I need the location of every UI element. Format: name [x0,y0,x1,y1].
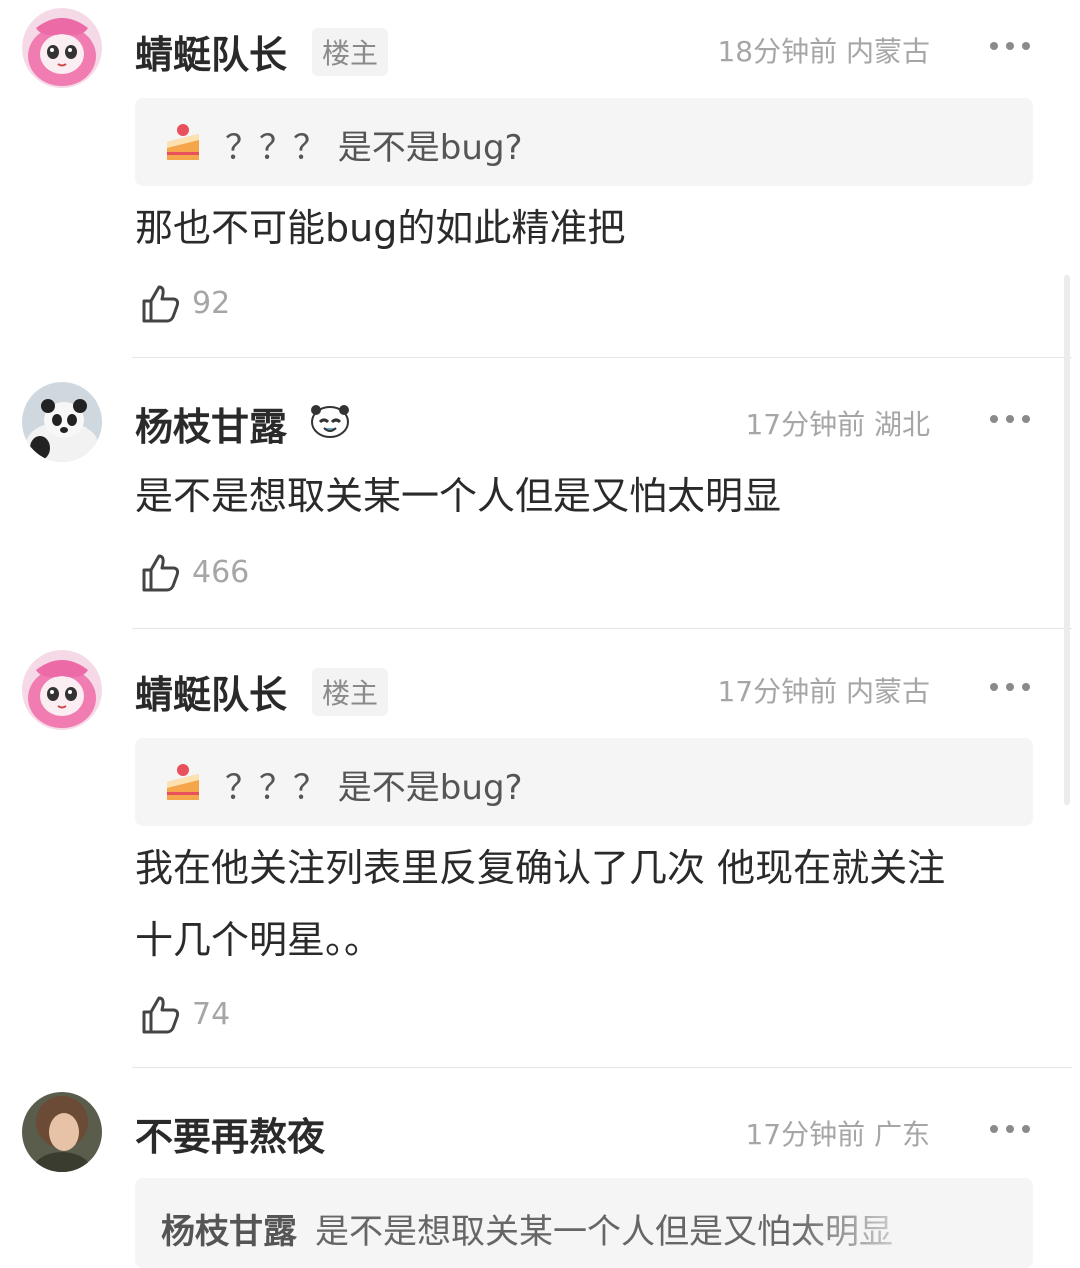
quoted-reply[interactable]: 杨枝甘露 是不是想取关某一个人但是又怕太明显 [135,1178,1033,1268]
username[interactable]: 蜻蜓队长 [135,24,287,79]
avatar-panda-icon [22,382,102,462]
avatar-anime-girl-icon [22,650,102,730]
avatar[interactable] [22,650,102,730]
cake-emoji-icon [167,764,199,800]
avatar[interactable] [22,8,102,88]
more-dots-icon[interactable] [986,1123,1034,1135]
reply-username[interactable]: 杨枝甘露 [161,1204,297,1253]
comment-text: 我在他关注列表里反复确认了几次 他现在就关注 十几个明星。。 [135,832,945,976]
comment-item: 蜻蜓队长 楼主 17分钟前 内蒙古 ？？？ 是不是bug? 我在他关注列表里反复… [0,628,1080,1068]
comment-item: 杨枝甘露 17分钟前 湖北 是不是想取关某一个人但是又怕太明显 466 [0,358,1080,629]
quote-text: ？？？ 是不是bug? [225,768,523,808]
scrollbar[interactable] [1064,275,1070,805]
comment-line: 我在他关注列表里反复确认了几次 他现在就关注 [135,846,946,890]
username[interactable]: 杨枝甘露 [135,396,287,451]
comment-meta: 17分钟前 内蒙古 [717,675,930,708]
comment-meta: 17分钟前 湖北 [745,408,930,441]
quoted-reply[interactable]: ？？？ 是不是bug? [135,98,1033,186]
avatar[interactable] [22,382,102,462]
thumbs-up-icon[interactable] [140,552,182,594]
like-count: 466 [192,555,250,590]
like-count: 92 [192,286,231,321]
avatar-photo-icon [22,1092,102,1172]
avatar-anime-girl-icon [22,8,102,88]
thumbs-up-icon[interactable] [140,283,182,325]
thumbs-up-icon[interactable] [140,994,182,1036]
username[interactable]: 不要再熬夜 [135,1106,325,1161]
more-dots-icon[interactable] [986,40,1034,52]
comment-text: 是不是想取关某一个人但是又怕太明显 [135,460,781,532]
comment-line: 那也不可能bug的如此精准把 [135,206,626,250]
comment-line: 十几个明星。。 [135,918,383,962]
more-dots-icon[interactable] [986,681,1034,693]
comment-line: 是不是想取关某一个人但是又怕太明显 [135,474,782,518]
op-badge: 楼主 [312,28,389,76]
like-count: 74 [192,997,231,1032]
quote-text: ？？？ 是不是bug? [225,128,523,168]
avatar[interactable] [22,1092,102,1172]
text-fade [793,1178,1033,1268]
username[interactable]: 蜻蜓队长 [135,664,287,719]
comment-meta: 17分钟前 广东 [745,1118,930,1151]
comment-text: 那也不可能bug的如此精准把 [135,192,625,264]
quoted-reply[interactable]: ？？？ 是不是bug? [135,738,1033,826]
more-dots-icon[interactable] [986,413,1034,425]
cake-emoji-icon [167,124,199,160]
comment-meta: 18分钟前 内蒙古 [717,35,930,68]
comment-item: 蜻蜓队长 楼主 18分钟前 内蒙古 ？？？ 是不是bug? 那也不可能bug的如… [0,0,1080,358]
panda-emoji-icon [311,405,349,438]
op-badge: 楼主 [312,668,389,716]
